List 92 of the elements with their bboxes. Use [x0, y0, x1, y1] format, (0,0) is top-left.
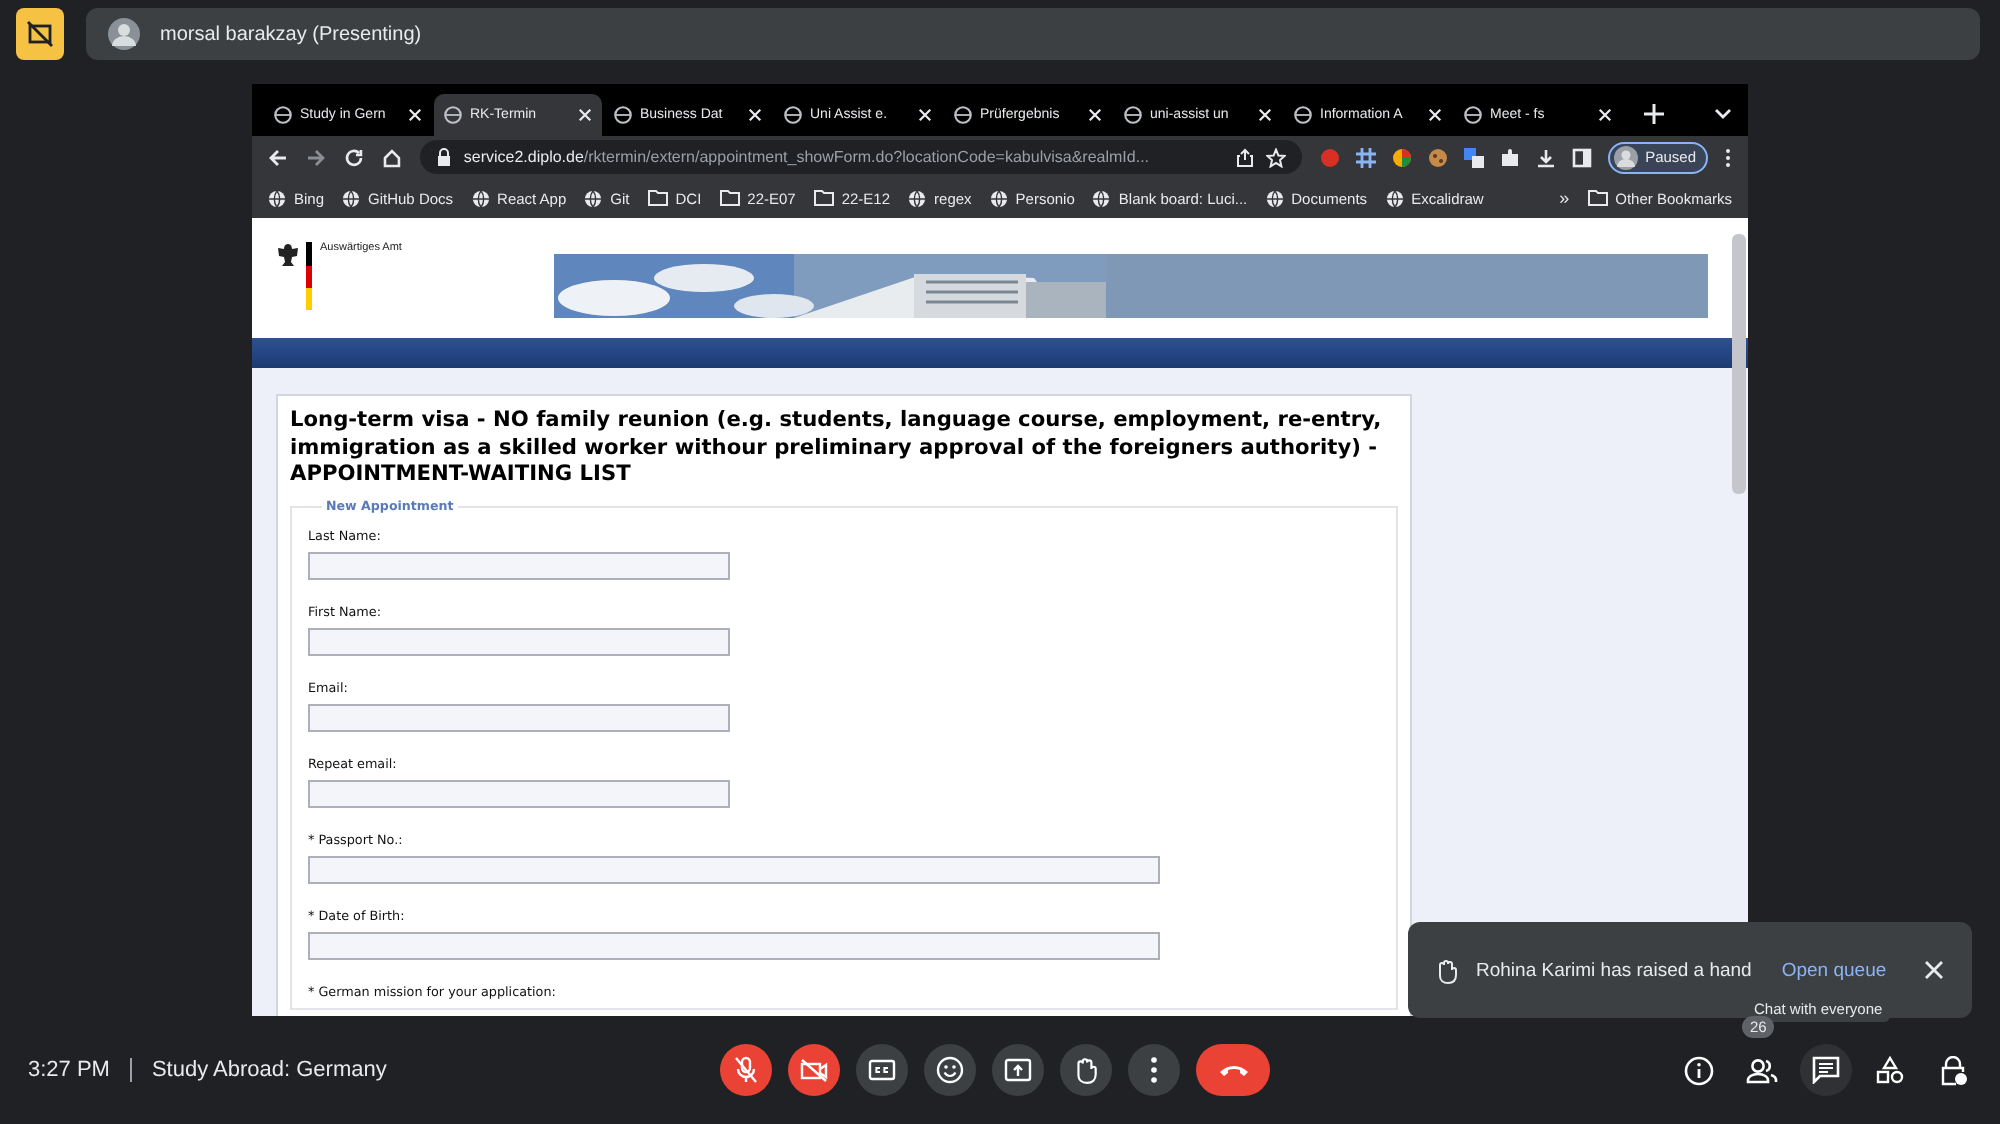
meeting-title: Study Abroad: Germany — [151, 1058, 387, 1082]
captions-icon — [868, 1058, 896, 1082]
folder-icon — [813, 190, 834, 206]
captions-button[interactable] — [856, 1044, 908, 1096]
presenter-name: morsal barakzay (Presenting) — [160, 23, 422, 45]
cookie-icon[interactable] — [1427, 147, 1448, 167]
present-screen-icon — [1004, 1058, 1032, 1082]
page-icon — [614, 106, 632, 124]
page-heading: Long-term visa - NO family reunion (e.g. students, language course, employment, re-entry, immigration as a skilled worker withour preliminary approval of the foreigners authority) - APPOINTMENT-WAITING LIST — [290, 408, 1384, 489]
forward-icon[interactable] — [305, 147, 326, 167]
share-icon[interactable] — [1235, 147, 1254, 167]
microphone-off-icon — [734, 1056, 758, 1084]
close-icon[interactable] — [1598, 108, 1612, 122]
puzzle-icon[interactable] — [1499, 147, 1520, 167]
address-field[interactable]: service2.diplo.de/rktermin/extern/appointment_showForm.do?locationCode=kabulvisa&realmId... — [419, 140, 1302, 174]
globe-icon — [471, 189, 490, 207]
back-icon[interactable] — [268, 147, 288, 167]
info-icon — [1683, 1055, 1713, 1085]
leave-call-button[interactable] — [1196, 1044, 1270, 1096]
home-icon[interactable] — [381, 147, 402, 167]
more-options-button[interactable] — [1128, 1044, 1180, 1096]
close-icon[interactable] — [1258, 108, 1272, 122]
input-field[interactable] — [308, 551, 730, 579]
avatar — [108, 18, 140, 50]
flag-stripe-icon — [306, 242, 312, 310]
page-icon — [954, 106, 972, 124]
hand-icon — [1074, 1056, 1098, 1084]
extension-icon[interactable] — [1319, 147, 1340, 167]
close-icon[interactable] — [1428, 108, 1442, 122]
presentation-off-icon — [26, 20, 54, 48]
eagle-icon — [276, 242, 300, 268]
globe-icon — [1385, 189, 1404, 207]
open-queue-button[interactable]: Open queue — [1781, 959, 1887, 981]
input-field[interactable] — [308, 931, 1160, 959]
page-icon — [1124, 106, 1142, 124]
folder-icon — [719, 190, 740, 206]
input-field[interactable] — [308, 855, 1160, 883]
download-icon[interactable] — [1535, 147, 1556, 167]
chat-button[interactable] — [1800, 1044, 1852, 1096]
people-icon — [1746, 1057, 1778, 1083]
globe-icon — [268, 189, 286, 207]
close-icon[interactable] — [748, 108, 762, 122]
page-icon — [1294, 106, 1312, 124]
lock-person-icon — [1940, 1055, 1968, 1085]
shapes-icon — [1876, 1056, 1904, 1084]
star-icon[interactable] — [1265, 147, 1286, 167]
smiley-icon — [936, 1056, 964, 1084]
raise-hand-button[interactable] — [1060, 1044, 1112, 1096]
globe-icon — [989, 189, 1008, 207]
folder-icon — [1587, 190, 1608, 206]
page-icon — [784, 106, 802, 124]
scrollbar[interactable] — [1732, 234, 1746, 494]
page-icon — [444, 106, 462, 124]
side-panel-icon[interactable] — [1571, 147, 1592, 167]
chat-icon — [1812, 1056, 1840, 1084]
camera-off-icon — [800, 1058, 828, 1082]
page-icon — [1464, 106, 1482, 124]
more-bookmarks-button[interactable]: » — [1559, 188, 1570, 208]
more-icon — [1150, 1056, 1158, 1084]
globe-icon — [1092, 189, 1111, 207]
presentation-button[interactable] — [16, 8, 64, 60]
close-icon[interactable] — [578, 108, 592, 122]
reload-icon[interactable] — [343, 147, 364, 167]
input-field[interactable] — [308, 703, 730, 731]
notification-text: Rohina Karimi has raised a hand — [1476, 959, 1752, 981]
new-tab-icon[interactable] — [1644, 104, 1664, 124]
extension-icon[interactable] — [1355, 147, 1376, 167]
more-icon[interactable] — [1724, 147, 1732, 167]
close-icon[interactable] — [408, 108, 422, 122]
translate-icon[interactable] — [1463, 147, 1484, 167]
page-icon — [274, 106, 292, 124]
chevron-down-icon[interactable] — [1714, 108, 1732, 120]
globe-icon — [1265, 189, 1284, 207]
present-button[interactable] — [992, 1044, 1044, 1096]
hand-icon — [1436, 957, 1458, 983]
camera-button[interactable] — [788, 1044, 840, 1096]
microphone-button[interactable] — [720, 1044, 772, 1096]
folder-icon — [647, 190, 668, 206]
hang-up-icon — [1217, 1062, 1249, 1078]
color-wheel-icon[interactable] — [1391, 147, 1412, 167]
close-icon[interactable] — [1924, 960, 1944, 980]
close-icon[interactable] — [1088, 108, 1102, 122]
avatar — [1613, 145, 1638, 169]
globe-icon — [342, 189, 361, 207]
input-field[interactable] — [308, 627, 730, 655]
lock-icon — [435, 148, 452, 166]
close-icon[interactable] — [918, 108, 932, 122]
emoji-button[interactable] — [924, 1044, 976, 1096]
globe-icon — [584, 189, 603, 207]
input-field[interactable] — [308, 779, 730, 807]
globe-icon — [908, 189, 927, 207]
clock: 3:27 PM — [28, 1058, 110, 1082]
